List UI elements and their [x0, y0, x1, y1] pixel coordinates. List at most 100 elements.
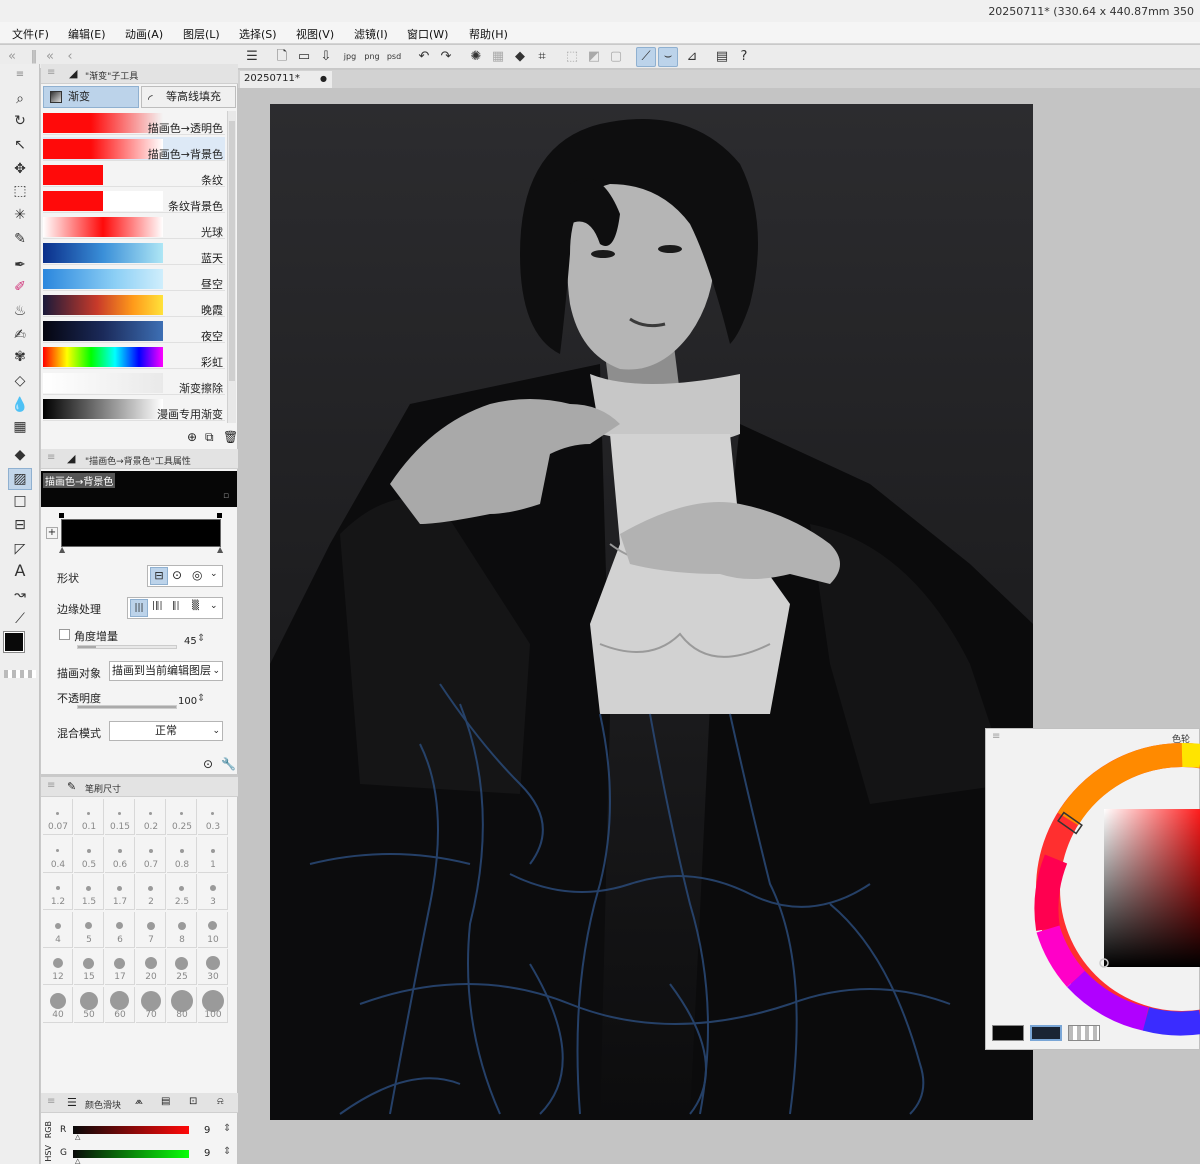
shape-linear-icon[interactable]: ⊟	[150, 567, 168, 585]
brush-size-cell[interactable]: 15	[74, 949, 104, 985]
gradient-item[interactable]: 蓝天	[43, 241, 225, 265]
fill-icon[interactable]: ◆	[510, 47, 530, 67]
loading-icon[interactable]: ✺	[466, 47, 486, 67]
decoration-icon[interactable]: ✾	[8, 346, 32, 368]
airbrush-icon[interactable]: ♨	[8, 300, 32, 322]
brush-size-cell[interactable]: 1	[198, 836, 228, 873]
blend-icon[interactable]: 💧	[8, 394, 32, 416]
main-color-swatch[interactable]	[3, 631, 25, 653]
brush-size-cell[interactable]: 1.2	[43, 874, 73, 910]
move-layer-icon[interactable]: ✥	[8, 158, 32, 180]
deselect-icon[interactable]: ⬚	[562, 47, 582, 67]
gradient-item[interactable]: 条纹	[43, 163, 225, 187]
figure-icon[interactable]: □	[8, 490, 32, 512]
brush-size-cell[interactable]: 2.5	[167, 874, 197, 910]
brush-size-cell[interactable]: 4	[43, 911, 73, 948]
redo-icon[interactable]: ↷	[436, 47, 456, 67]
g-channel-slider[interactable]	[73, 1150, 189, 1158]
menu-file[interactable]: 文件(F)	[12, 26, 49, 42]
target-dropdown[interactable]: 描画到当前编辑图层 ⌄	[109, 661, 223, 681]
brush-size-cell[interactable]: 0.25	[167, 799, 197, 835]
r-channel-slider[interactable]	[73, 1126, 189, 1134]
export-jpg-icon[interactable]: jpg	[340, 47, 360, 67]
grid-icon[interactable]: ▦	[8, 416, 32, 438]
shape-circle-icon[interactable]: ⊙	[172, 568, 182, 582]
show-selection-icon[interactable]: ▢	[606, 47, 626, 67]
chevron-down-icon[interactable]: ⌄	[210, 601, 218, 611]
gradient-item[interactable]: 昼空	[43, 267, 225, 291]
slider-marker-icon[interactable]: △	[75, 1133, 80, 1141]
menu-filter[interactable]: 滤镜(I)	[354, 26, 388, 42]
brush-size-cell[interactable]: 10	[198, 911, 228, 948]
angle-step-checkbox[interactable]	[59, 629, 70, 640]
edge-selector[interactable]: ||| |‖| ‖| ▒ ⌄	[127, 597, 223, 619]
menu-window[interactable]: 窗口(W)	[407, 26, 448, 42]
brush-size-cell[interactable]: 0.8	[167, 836, 197, 873]
help-icon[interactable]: ?	[734, 47, 754, 67]
operation-icon[interactable]: ↖	[8, 134, 32, 156]
save-icon[interactable]: ⇩	[316, 47, 336, 67]
opacity-slider[interactable]	[77, 705, 177, 709]
menu-select[interactable]: 选择(S)	[239, 26, 277, 42]
brush-size-cell[interactable]: 2	[136, 874, 166, 910]
shape-selector[interactable]: ⊟ ⊙ ◎ ⌄	[147, 565, 223, 587]
brush-size-cell[interactable]: 0.4	[43, 836, 73, 873]
frame-icon[interactable]: ⊟	[8, 514, 32, 536]
eraser-icon[interactable]: ◇	[8, 370, 32, 392]
hamburger-menu-icon[interactable]: ☰	[242, 47, 262, 67]
export-psd-icon[interactable]: psd	[384, 47, 404, 67]
brush-size-cell[interactable]: 40	[43, 986, 73, 1023]
gradient-item[interactable]: 晚霞	[43, 293, 225, 317]
settings-icon[interactable]: ▤	[712, 47, 732, 67]
hsv-mode-tab[interactable]: HSV	[44, 1145, 53, 1162]
angle-step-slider[interactable]	[77, 645, 177, 649]
transparent-color-swatch[interactable]	[4, 670, 36, 678]
export-png-icon[interactable]: png	[362, 47, 382, 67]
shape-ellipse-icon[interactable]: ◎	[192, 568, 202, 582]
expand-icon[interactable]: +	[46, 527, 58, 539]
brush-size-cell[interactable]: 1.7	[105, 874, 135, 910]
brush-size-cell[interactable]: 17	[105, 949, 135, 985]
stepper-icon[interactable]: ⇕	[223, 1123, 231, 1134]
brush-size-cell[interactable]: 0.7	[136, 836, 166, 873]
tab-contour-fill[interactable]: ◜ 等高线填充	[141, 86, 236, 108]
intermediate-color-tab-icon[interactable]: ▤	[161, 1096, 170, 1107]
brush-size-cell[interactable]: 70	[136, 986, 166, 1023]
edge-reverse-icon[interactable]: |‖|	[152, 601, 163, 611]
gradient-item[interactable]: 条纹背景色	[43, 189, 225, 213]
edge-fill-icon[interactable]: ▒	[192, 601, 199, 611]
brush-icon[interactable]: ✍	[8, 324, 32, 346]
canvas-artwork[interactable]	[270, 104, 1033, 1120]
gradient-icon[interactable]: ▨	[8, 468, 32, 490]
edge-none-icon[interactable]: ‖|	[172, 601, 180, 611]
selection-icon[interactable]: ⬚	[8, 180, 32, 202]
edge-repeat-icon[interactable]: |||	[130, 599, 148, 617]
balloon-icon[interactable]: ↝	[8, 584, 32, 606]
panel-menu-icon[interactable]: ≡	[47, 452, 55, 463]
brush-size-cell[interactable]: 20	[136, 949, 166, 985]
reset-icon[interactable]: ⊙	[203, 757, 213, 771]
document-tab[interactable]: 20250711* ●	[240, 71, 332, 88]
blend-mode-dropdown[interactable]: 正常 ⌄	[109, 721, 223, 741]
correct-line-icon[interactable]: ⟋	[8, 608, 32, 630]
stepper-icon[interactable]: ⇕	[197, 633, 205, 644]
brush-size-cell[interactable]: 8	[167, 911, 197, 948]
main-color-swatch[interactable]	[992, 1025, 1024, 1041]
fill-bucket-icon[interactable]: ◆	[8, 444, 32, 466]
transform-icon[interactable]: ⌗	[532, 47, 552, 67]
gradient-item[interactable]: 彩虹	[43, 345, 225, 369]
snap-to-special-ruler-icon[interactable]: ⌣	[658, 47, 678, 67]
stepper-icon[interactable]: ⇕	[223, 1146, 231, 1157]
wrench-icon[interactable]: 🔧	[221, 757, 236, 771]
brush-size-cell[interactable]: 1.5	[74, 874, 104, 910]
gradient-item[interactable]: 光球	[43, 215, 225, 239]
snap-to-grid-icon[interactable]: ⊿	[682, 47, 702, 67]
magic-wand-icon[interactable]: ✳	[8, 204, 32, 226]
pencil-icon[interactable]: ✐	[8, 276, 32, 298]
invert-selection-icon[interactable]: ◩	[584, 47, 604, 67]
brush-size-cell[interactable]: 0.1	[74, 799, 104, 835]
gradient-item[interactable]: 渐变擦除	[43, 371, 225, 395]
gradient-stop-marker-icon[interactable]: ▲	[59, 545, 65, 554]
duplicate-subtool-icon[interactable]: ⧉	[205, 430, 214, 445]
scrollbar-thumb[interactable]	[229, 121, 235, 381]
